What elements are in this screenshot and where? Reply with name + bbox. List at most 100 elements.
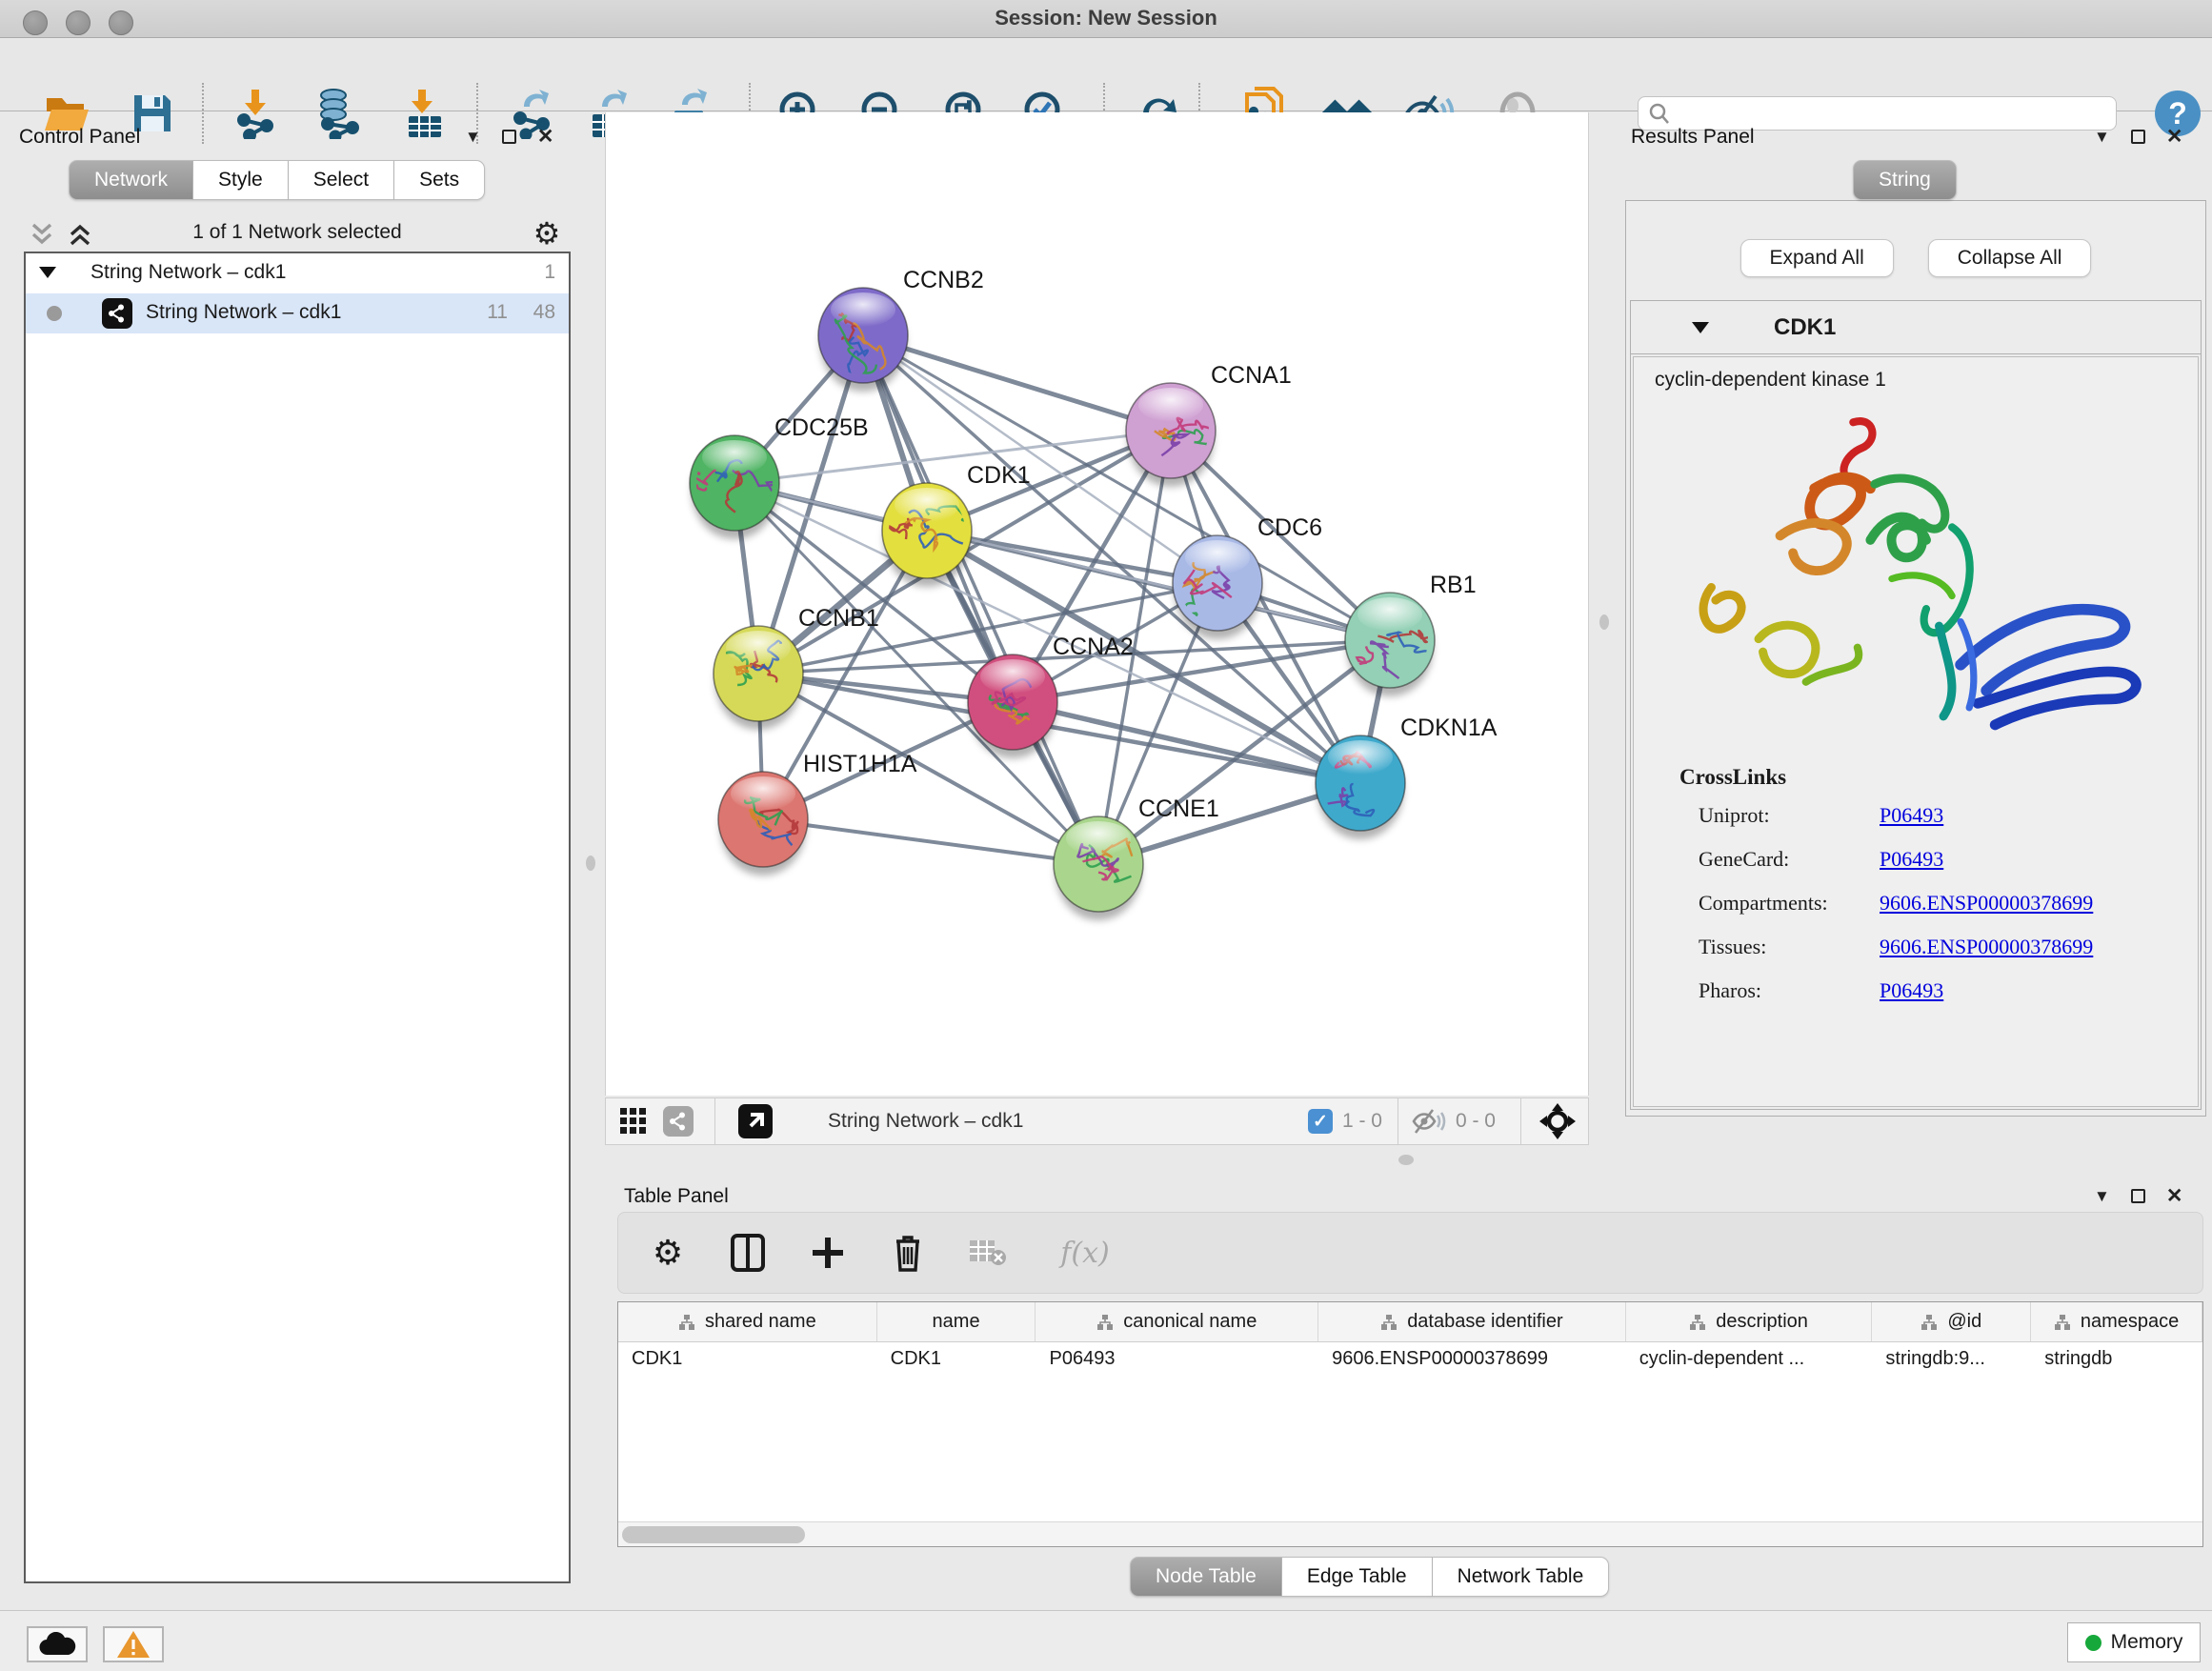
column-header-database-identifier[interactable]: database identifier: [1318, 1302, 1626, 1341]
network-node-CDKN1A[interactable]: CDKN1A: [1316, 715, 1498, 839]
expand-all-button[interactable]: Expand All: [1740, 239, 1894, 277]
hidden-items-eye-slash-icon[interactable]: [1412, 1107, 1446, 1136]
crosslink-link[interactable]: P06493: [1880, 803, 1943, 828]
tab-edge-table[interactable]: Edge Table: [1282, 1557, 1433, 1597]
table-cell: stringdb: [2031, 1342, 2202, 1379]
node-label: CDC25B: [774, 414, 869, 441]
table-body: CDK1CDK1P064939606.ENSP00000378699cyclin…: [618, 1342, 2202, 1379]
protein-structure-image: [1651, 407, 2184, 759]
panel-close-icon[interactable]: ✕: [2166, 127, 2183, 147]
crosslink-row: GeneCard: P06493: [1699, 847, 2194, 891]
warnings-button[interactable]: [103, 1626, 164, 1662]
string-network-badge-icon: [663, 1106, 694, 1137]
tab-style[interactable]: Style: [193, 160, 289, 200]
tab-sets[interactable]: Sets: [394, 160, 485, 200]
crosslink-link[interactable]: 9606.ENSP00000378699: [1880, 891, 2093, 916]
panel-float-icon[interactable]: [2131, 1189, 2145, 1203]
network-collection-row[interactable]: String Network – cdk1 1: [26, 253, 569, 293]
panel-menu-icon[interactable]: ▼: [2094, 129, 2110, 145]
search-input[interactable]: [1677, 99, 2116, 128]
table-toolbar: ⚙: [617, 1212, 2203, 1294]
network-list: String Network – cdk1 1 String Network –…: [24, 252, 571, 1583]
crosslink-label: GeneCard:: [1699, 847, 1789, 872]
node-label: CCNA1: [1211, 362, 1292, 389]
memory-button[interactable]: Memory: [2067, 1622, 2201, 1662]
tab-network[interactable]: Network: [69, 160, 193, 200]
network-node-CCNE1[interactable]: CCNE1: [1054, 795, 1219, 920]
panel-close-icon[interactable]: ✕: [2166, 1186, 2183, 1206]
import-network-from-file-icon[interactable]: [229, 87, 282, 140]
memory-status-dot-icon: [2085, 1635, 2101, 1651]
collapse-all-button[interactable]: Collapse All: [1928, 239, 2092, 277]
title-bar: Session: New Session: [0, 0, 2212, 38]
panel-close-icon[interactable]: ✕: [537, 127, 554, 147]
column-header-shared-name[interactable]: shared name: [618, 1302, 877, 1341]
network-node-CDC25B[interactable]: CDC25B: [690, 414, 869, 539]
show-columns-icon[interactable]: [727, 1232, 769, 1274]
crosslink-link[interactable]: 9606.ENSP00000378699: [1880, 935, 2093, 959]
network-edge: [863, 335, 1098, 864]
table-cell: cyclin-dependent ...: [1626, 1342, 1873, 1379]
main-toolbar: ?: [0, 39, 2212, 111]
right-splitter-handle[interactable]: [1599, 614, 1609, 630]
tab-node-table[interactable]: Node Table: [1130, 1557, 1282, 1597]
column-type-icon: [1380, 1314, 1398, 1331]
tab-network-table[interactable]: Network Table: [1433, 1557, 1610, 1597]
window-title: Session: New Session: [0, 6, 2212, 30]
control-panel-window-controls: ▼ ✕: [465, 127, 553, 147]
column-header--id[interactable]: @id: [1872, 1302, 2031, 1341]
birds-eye-view-icon[interactable]: [619, 1107, 648, 1136]
left-splitter-handle[interactable]: [586, 856, 595, 871]
gene-section-header[interactable]: CDK1: [1631, 301, 2201, 354]
scrollbar-thumb[interactable]: [622, 1526, 805, 1543]
network-selection-status: 1 of 1 Network selected: [24, 221, 571, 244]
horizontal-splitter-handle[interactable]: [1398, 1155, 1414, 1165]
tab-string[interactable]: String: [1853, 160, 1957, 200]
table-row[interactable]: CDK1CDK1P064939606.ENSP00000378699cyclin…: [618, 1342, 2202, 1379]
create-column-icon[interactable]: [807, 1232, 849, 1274]
node-label: CCNA2: [1053, 634, 1134, 660]
panel-menu-icon[interactable]: ▼: [2094, 1188, 2110, 1204]
crosslink-link[interactable]: P06493: [1880, 847, 1943, 872]
crosslink-label: Tissues:: [1699, 935, 1766, 959]
table-header-row: shared namenamecanonical namedatabase id…: [618, 1302, 2202, 1342]
import-network-from-database-icon[interactable]: [310, 87, 363, 140]
network-options-gear-icon[interactable]: ⚙: [531, 218, 563, 251]
fit-selected-crosshair-icon[interactable]: [1538, 1102, 1577, 1140]
section-collapse-icon[interactable]: [1692, 322, 1709, 333]
network-row-selected[interactable]: String Network – cdk1 11 48: [26, 293, 569, 333]
panel-float-icon[interactable]: [502, 130, 516, 144]
network-node-count: 11: [487, 301, 508, 324]
column-header-name[interactable]: name: [877, 1302, 1036, 1341]
table-options-gear-icon[interactable]: ⚙: [647, 1232, 689, 1274]
delete-column-icon[interactable]: [887, 1232, 929, 1274]
selected-items-checkbox-icon[interactable]: ✓: [1308, 1109, 1333, 1134]
crosslink-row: Pharos:P06493: [1699, 978, 2194, 1022]
network-node-CCNB2[interactable]: CCNB2: [818, 267, 984, 392]
svg-text:⚙: ⚙: [533, 218, 561, 251]
crosslink-link[interactable]: P06493: [1880, 978, 1943, 1003]
panel-float-icon[interactable]: [2131, 130, 2145, 144]
network-graph[interactable]: CCNB2CCNA1CDC25BCDK1CDC6RB1CCNB1CCNA2CDK…: [606, 112, 1590, 1096]
column-header-description[interactable]: description: [1626, 1302, 1873, 1341]
network-edge: [1013, 702, 1360, 783]
collection-expand-icon[interactable]: [39, 267, 56, 278]
current-network-name: String Network – cdk1: [828, 1110, 1023, 1133]
crosslink-label: Compartments:: [1699, 891, 1828, 916]
network-node-HIST1H1A[interactable]: HIST1H1A: [718, 751, 917, 876]
table-cell: stringdb:9...: [1872, 1342, 2031, 1379]
open-in-browser-icon[interactable]: [738, 1104, 773, 1138]
tab-select[interactable]: Select: [289, 160, 394, 200]
panel-menu-icon[interactable]: ▼: [465, 129, 481, 145]
function-builder-icon: f(x): [1047, 1232, 1123, 1274]
import-table-from-file-icon[interactable]: [398, 87, 452, 140]
network-canvas[interactable]: CCNB2CCNA1CDC25BCDK1CDC6RB1CCNB1CCNA2CDK…: [605, 112, 1589, 1096]
column-header-namespace[interactable]: namespace: [2031, 1302, 2202, 1341]
column-header-canonical-name[interactable]: canonical name: [1036, 1302, 1318, 1341]
table-cell: 9606.ENSP00000378699: [1318, 1342, 1626, 1379]
cloud-status-button[interactable]: [27, 1626, 88, 1662]
node-label: CDK1: [967, 462, 1031, 489]
network-node-RB1[interactable]: RB1: [1345, 572, 1477, 696]
hidden-nodes-edges-count: 0 - 0: [1456, 1110, 1496, 1133]
table-horizontal-scrollbar[interactable]: [618, 1521, 2202, 1546]
